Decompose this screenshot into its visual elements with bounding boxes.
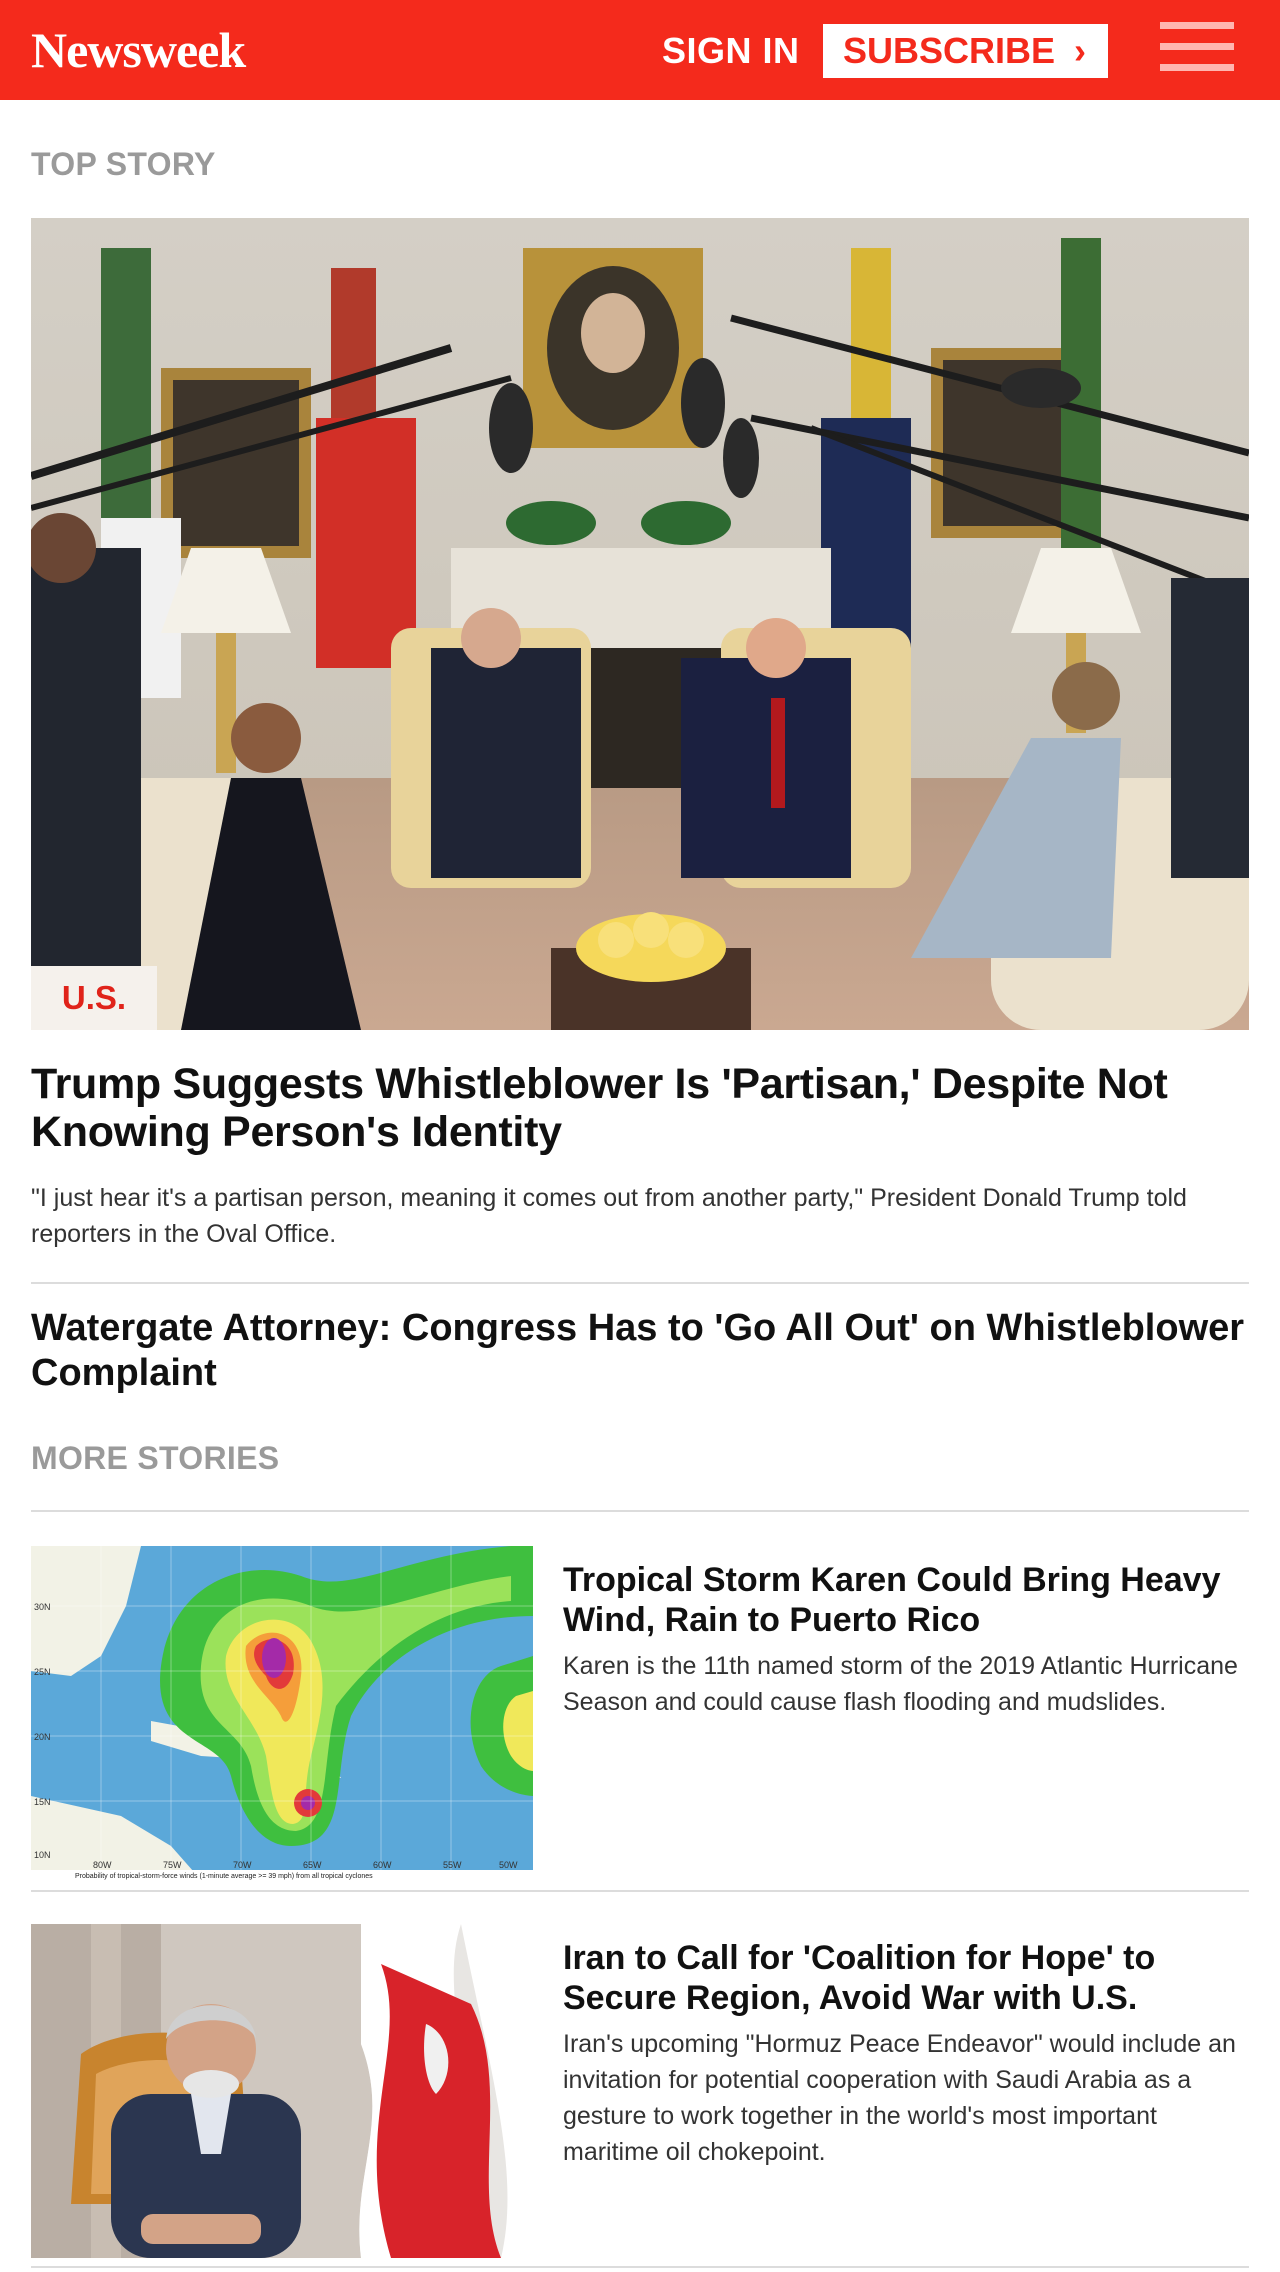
site-header: Newsweek SIGN IN SUBSCRIBE ›: [0, 0, 1280, 100]
story-item[interactable]: Iran to Call for 'Coalition for Hope' to…: [31, 1924, 1249, 2258]
iran-minister-image[interactable]: [31, 1924, 533, 2258]
subscribe-button[interactable]: SUBSCRIBE ›: [823, 24, 1108, 78]
probability-map-graphic: 30N 25N 20N 15N 10N 80W 75W 70W 65W 60W …: [31, 1546, 533, 1880]
divider: [31, 2266, 1249, 2268]
lat-label: 10N: [34, 1850, 51, 1860]
lon-label: 75W: [163, 1860, 182, 1870]
divider: [31, 1890, 1249, 1892]
top-story-image[interactable]: [31, 218, 1249, 1030]
newsweek-logo[interactable]: Newsweek: [31, 18, 246, 82]
top-story-summary: "I just hear it's a partisan person, mea…: [31, 1184, 1187, 1248]
lon-label: 50W: [499, 1860, 518, 1870]
top-story-headline[interactable]: Trump Suggests Whistleblower Is 'Partisa…: [31, 1060, 1249, 1156]
storm-map-image[interactable]: 30N 25N 20N 15N 10N 80W 75W 70W 65W 60W …: [31, 1546, 533, 1880]
lat-label: 15N: [34, 1797, 51, 1807]
hamburger-menu-icon[interactable]: [1160, 22, 1234, 72]
lon-label: 80W: [93, 1860, 112, 1870]
secondary-headline[interactable]: Watergate Attorney: Congress Has to 'Go …: [31, 1306, 1249, 1396]
portrait-photo: [31, 1924, 533, 2258]
story-title[interactable]: Iran to Call for 'Coalition for Hope' to…: [563, 1938, 1249, 2018]
story-item[interactable]: 30N 25N 20N 15N 10N 80W 75W 70W 65W 60W …: [31, 1546, 1249, 1880]
lon-label: 70W: [233, 1860, 252, 1870]
story-title[interactable]: Tropical Storm Karen Could Bring Heavy W…: [563, 1560, 1249, 1640]
divider: [31, 1282, 1249, 1284]
lat-label: 30N: [34, 1602, 51, 1612]
subscribe-label: SUBSCRIBE: [843, 30, 1056, 71]
lon-label: 60W: [373, 1860, 392, 1870]
chevron-right-icon: ›: [1074, 30, 1086, 71]
story-summary: Karen is the 11th named storm of the 201…: [563, 1652, 1238, 1716]
top-story-label: TOP STORY: [31, 146, 216, 182]
divider: [31, 1510, 1249, 1512]
map-caption: Probability of tropical-storm-force wind…: [75, 1873, 373, 1880]
lat-label: 25N: [34, 1667, 51, 1677]
story-summary: Iran's upcoming "Hormuz Peace Endeavor" …: [563, 2030, 1236, 2166]
lon-label: 55W: [443, 1860, 462, 1870]
sign-in-link[interactable]: SIGN IN: [662, 30, 800, 72]
lon-label: 65W: [303, 1860, 322, 1870]
lat-label: 20N: [34, 1732, 51, 1742]
category-tag[interactable]: U.S.: [31, 966, 157, 1030]
more-stories-label: MORE STORIES: [31, 1440, 280, 1476]
oval-office-photo: [31, 218, 1249, 1030]
